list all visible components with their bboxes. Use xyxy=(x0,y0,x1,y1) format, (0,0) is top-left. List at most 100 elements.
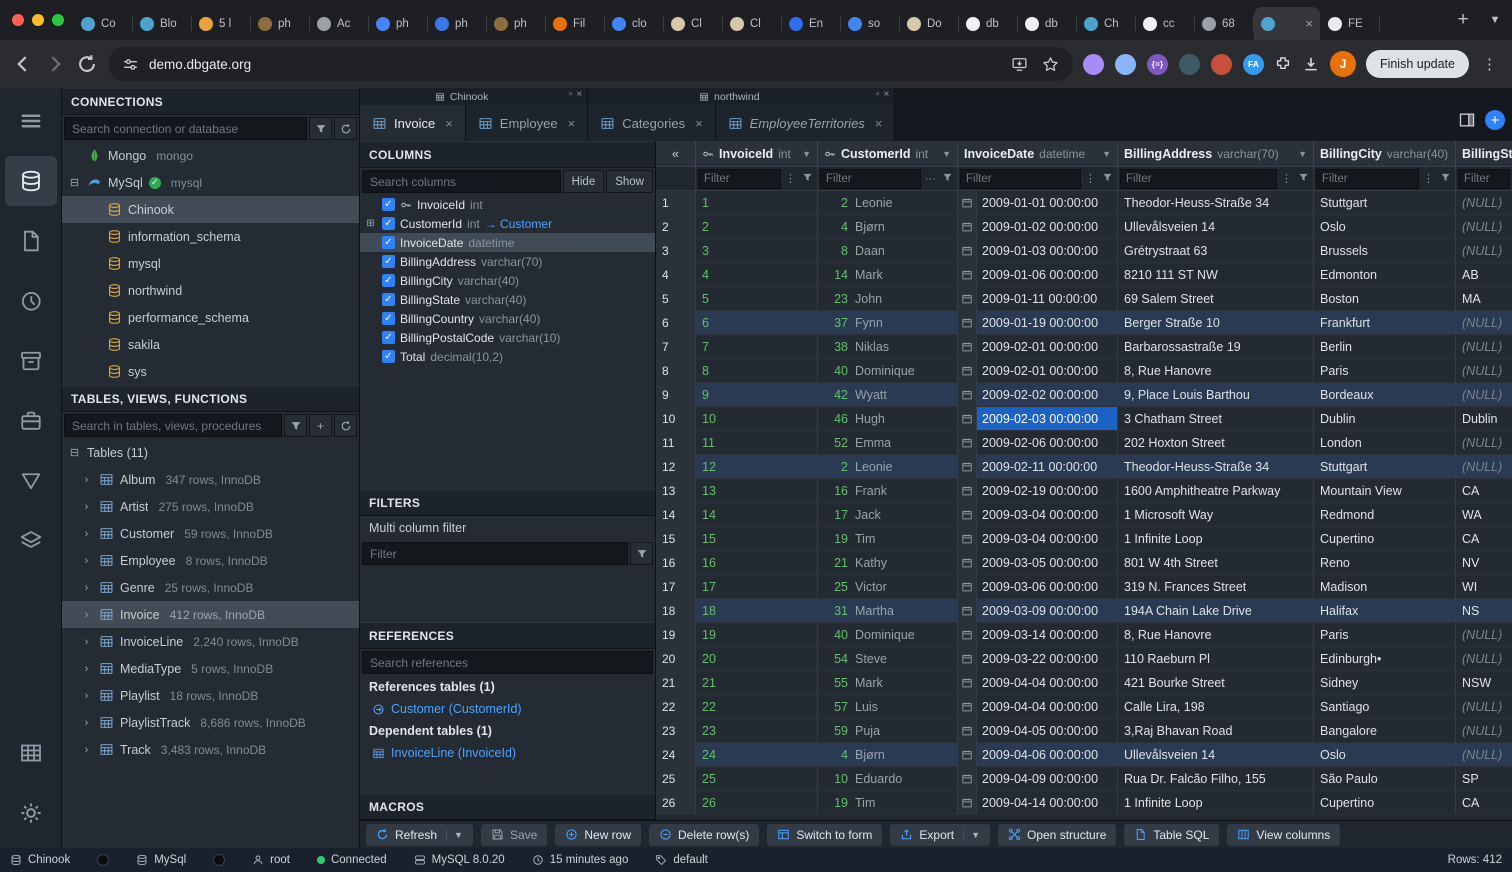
rail-layers-button[interactable] xyxy=(5,516,57,566)
column-item-InvoiceDate[interactable]: ✓InvoiceDatedatetime xyxy=(360,233,655,252)
cell-invoicedate[interactable]: 2009-02-19 00:00:00 xyxy=(958,479,1118,502)
connection-item-northwind[interactable]: northwind xyxy=(62,277,359,304)
cell-invoicedate[interactable]: 2009-03-14 00:00:00 xyxy=(958,623,1118,646)
cell-invoiceid[interactable]: 6 xyxy=(696,311,818,334)
calendar-icon-button[interactable] xyxy=(958,527,977,550)
grid-header-CustomerId[interactable]: CustomerIdint▼ xyxy=(818,141,958,166)
new-tab-button[interactable]: + xyxy=(1448,5,1478,35)
cell-invoicedate[interactable]: 2009-04-05 00:00:00 xyxy=(958,719,1118,742)
chevron-right-icon[interactable]: › xyxy=(80,501,93,513)
table-item-Artist[interactable]: ›Artist275 rows, InnoDB xyxy=(62,493,359,520)
row-number-cell[interactable]: 18 xyxy=(656,599,696,622)
browser-tab[interactable]: FE xyxy=(1321,7,1379,40)
cell-billingcity[interactable]: Edinburgh• xyxy=(1314,647,1456,670)
calendar-icon-button[interactable] xyxy=(958,575,977,598)
hide-columns-button[interactable]: Hide xyxy=(563,170,605,193)
cell-invoicedate[interactable]: 2009-04-14 00:00:00 xyxy=(958,791,1118,814)
column-item-BillingCity[interactable]: ✓BillingCityvarchar(40) xyxy=(360,271,655,290)
calendar-icon-button[interactable] xyxy=(958,503,977,526)
column-item-BillingState[interactable]: ✓BillingStatevarchar(40) xyxy=(360,290,655,309)
cell-billingaddress[interactable]: Calle Lira, 198 xyxy=(1118,695,1314,718)
checkbox-checked[interactable]: ✓ xyxy=(382,198,395,211)
cell-billingaddress[interactable]: 9, Place Louis Barthou xyxy=(1118,383,1314,406)
cell-billingcity[interactable]: Santiago xyxy=(1314,695,1456,718)
finish-update-button[interactable]: Finish update xyxy=(1366,50,1469,78)
tab-close-icon[interactable]: × xyxy=(445,116,453,131)
zoom-window-icon[interactable] xyxy=(52,14,64,26)
cell-invoicedate[interactable]: 2009-04-09 00:00:00 xyxy=(958,767,1118,790)
cell-invoicedate[interactable]: 2009-02-01 00:00:00 xyxy=(958,335,1118,358)
filter-input-BillingState[interactable] xyxy=(1458,169,1510,189)
chevron-right-icon[interactable]: › xyxy=(80,663,93,675)
chevron-right-icon[interactable]: › xyxy=(80,609,93,621)
row-number-cell[interactable]: 2 xyxy=(656,215,696,238)
cell-invoiceid[interactable]: 19 xyxy=(696,623,818,646)
row-number-cell[interactable]: 25 xyxy=(656,767,696,790)
kebab-icon[interactable]: ⋮ xyxy=(783,172,798,185)
cell-invoicedate[interactable]: 2009-04-04 00:00:00 xyxy=(958,695,1118,718)
column-item-BillingPostalCode[interactable]: ✓BillingPostalCodevarchar(10) xyxy=(360,328,655,347)
chevron-right-icon[interactable]: › xyxy=(80,582,93,594)
columns-search-input[interactable] xyxy=(362,170,561,193)
cell-billingstate[interactable]: (NULL) xyxy=(1456,215,1512,238)
browser-tab[interactable]: db xyxy=(959,7,1017,40)
tab-close-icon[interactable]: × xyxy=(695,116,703,131)
tab-Employee[interactable]: Employee× xyxy=(466,105,588,141)
reference-link[interactable]: Customer (CustomerId) xyxy=(360,698,655,720)
cell-customerid[interactable]: 19Tim xyxy=(818,527,958,550)
group-grid-icon[interactable]: ▫ xyxy=(569,89,573,100)
table-item-Playlist[interactable]: ›Playlist18 rows, InnoDB xyxy=(62,682,359,709)
split-layout-icon[interactable] xyxy=(1458,111,1476,129)
connections-search-input[interactable] xyxy=(64,117,307,140)
grid-header-InvoiceId[interactable]: InvoiceIdint▼ xyxy=(696,141,818,166)
column-item-Total[interactable]: ✓Totaldecimal(10,2) xyxy=(360,347,655,366)
calendar-icon-button[interactable] xyxy=(958,407,977,430)
checkbox-checked[interactable]: ✓ xyxy=(382,255,395,268)
cell-billingaddress[interactable]: 3,Raj Bhavan Road xyxy=(1118,719,1314,742)
cell-billingcity[interactable]: Reno xyxy=(1314,551,1456,574)
chevron-right-icon[interactable]: › xyxy=(80,636,93,648)
grid-ext-icon[interactable] xyxy=(1115,54,1136,75)
rail-triangle-button[interactable] xyxy=(5,456,57,506)
downloads-icon[interactable] xyxy=(1302,55,1320,73)
checkbox-checked[interactable]: ✓ xyxy=(382,236,395,249)
cell-invoicedate[interactable]: 2009-02-02 00:00:00 xyxy=(958,383,1118,406)
calendar-icon-button[interactable] xyxy=(958,599,977,622)
cell-billingstate[interactable]: (NULL) xyxy=(1456,335,1512,358)
row-number-cell[interactable]: 8 xyxy=(656,359,696,382)
tables-group[interactable]: ⊟Tables (11) xyxy=(62,439,359,466)
cell-billingstate[interactable]: (NULL) xyxy=(1456,359,1512,382)
cell-invoiceid[interactable]: 4 xyxy=(696,263,818,286)
cell-invoicedate[interactable]: 2009-03-09 00:00:00 xyxy=(958,599,1118,622)
browser-tab[interactable]: 5 l xyxy=(192,7,250,40)
tables-refresh-button[interactable] xyxy=(334,414,357,437)
checkbox-checked[interactable]: ✓ xyxy=(382,293,395,306)
cell-billingcity[interactable]: Halifax xyxy=(1314,599,1456,622)
cell-customerid[interactable]: 17Jack xyxy=(818,503,958,526)
chevron-down-icon[interactable]: ▼ xyxy=(802,149,811,159)
dependent-link[interactable]: InvoiceLine (InvoiceId) xyxy=(360,742,655,764)
cell-customerid[interactable]: 52Emma xyxy=(818,431,958,454)
calendar-icon-button[interactable] xyxy=(958,647,977,670)
cell-invoiceid[interactable]: 20 xyxy=(696,647,818,670)
references-search-input[interactable] xyxy=(362,651,653,674)
cell-customerid[interactable]: 16Frank xyxy=(818,479,958,502)
rail-gear-button[interactable] xyxy=(5,788,57,838)
dropdown-chevron-icon[interactable]: ▼ xyxy=(963,830,980,840)
tab-close-icon[interactable]: × xyxy=(568,116,576,131)
view-columns-button[interactable]: View columns xyxy=(1227,824,1340,846)
minus-box-icon[interactable]: ⊟ xyxy=(68,446,81,459)
table-item-Customer[interactable]: ›Customer59 rows, InnoDB xyxy=(62,520,359,547)
row-number-cell[interactable]: 26 xyxy=(656,791,696,814)
install-app-icon[interactable] xyxy=(1011,56,1028,73)
checkbox-checked[interactable]: ✓ xyxy=(382,350,395,363)
cell-billingcity[interactable]: Brussels xyxy=(1314,239,1456,262)
chevron-right-icon[interactable]: › xyxy=(80,690,93,702)
connection-item-sakila[interactable]: sakila xyxy=(62,331,359,358)
cell-customerid[interactable]: 19Tim xyxy=(818,791,958,814)
cell-customerid[interactable]: 59Puja xyxy=(818,719,958,742)
row-number-cell[interactable]: 22 xyxy=(656,695,696,718)
delete-row-s--button[interactable]: Delete row(s) xyxy=(649,824,759,846)
calendar-icon-button[interactable] xyxy=(958,263,977,286)
checkbox-checked[interactable]: ✓ xyxy=(382,217,395,230)
